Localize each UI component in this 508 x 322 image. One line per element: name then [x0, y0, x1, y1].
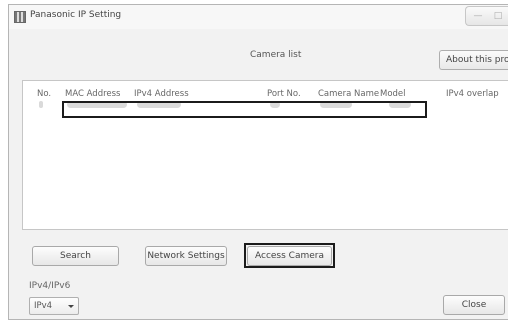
about-button-label: About this progr — [446, 55, 508, 65]
app-icon — [14, 11, 26, 23]
ip-version-select[interactable]: IPv4 — [29, 297, 79, 315]
ip-version-label: IPv4/IPv6 — [29, 281, 71, 291]
selected-row-highlight — [62, 101, 427, 118]
column-header-camera-name[interactable]: Camera Name — [318, 89, 379, 99]
close-button[interactable]: Close — [443, 295, 505, 315]
column-header-port-no[interactable]: Port No. — [267, 89, 301, 99]
minimize-icon[interactable]: — — [468, 7, 488, 25]
title-bar: Panasonic IP Setting — □ — [9, 5, 508, 29]
column-header-model[interactable]: Model — [380, 89, 406, 99]
maximize-icon[interactable]: □ — [488, 7, 508, 25]
window-controls: — □ — [465, 6, 508, 26]
camera-list-title: Camera list — [250, 50, 302, 60]
network-settings-button[interactable]: Network Settings — [145, 246, 227, 266]
column-header-no[interactable]: No. — [37, 89, 51, 99]
column-header-ipv4-address[interactable]: IPv4 Address — [134, 89, 189, 99]
access-camera-highlight — [244, 243, 335, 268]
column-header-mac-address[interactable]: MAC Address — [65, 89, 121, 99]
ip-version-value: IPv4 — [34, 301, 53, 311]
column-header-ipv4-overlap[interactable]: IPv4 overlap — [446, 89, 499, 99]
about-button[interactable]: About this progr — [439, 50, 508, 70]
chevron-down-icon — [68, 305, 74, 308]
search-button[interactable]: Search — [32, 246, 119, 266]
row-no-cell — [39, 101, 43, 108]
window-title: Panasonic IP Setting — [30, 10, 122, 20]
